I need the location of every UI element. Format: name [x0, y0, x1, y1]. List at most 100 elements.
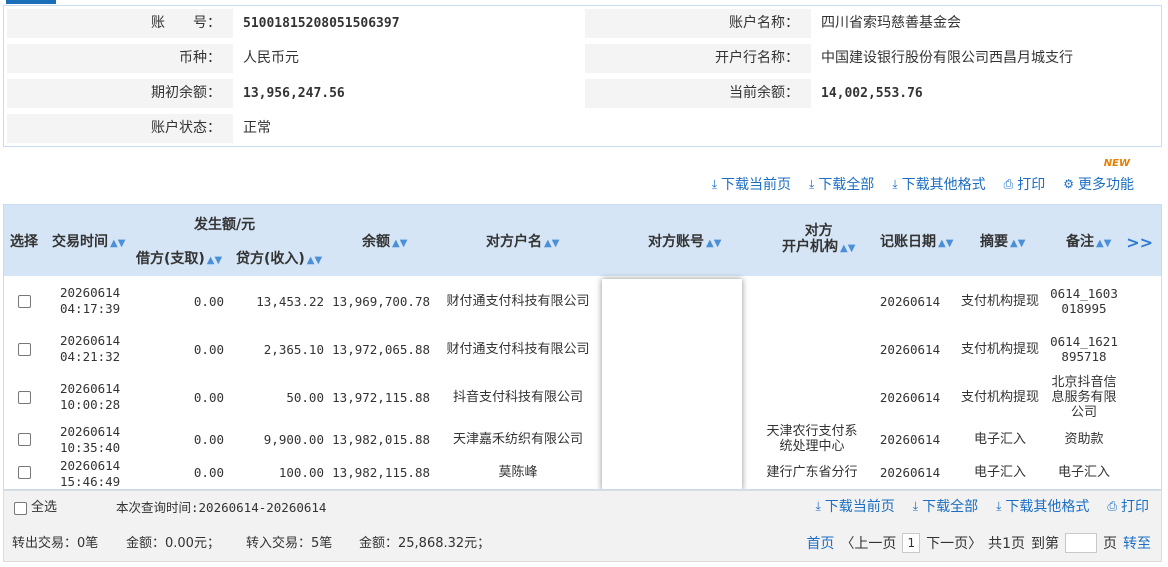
footer-summary: 转出交易：0笔 金额：0.00元； 转入交易：5笔 金额：25,868.32元；… [4, 527, 1161, 561]
footer-download-all-label: 下载全部 [922, 499, 979, 515]
account-info-panel: 账 号： 51001815208051506397 账户名称： 四川省索玛慈善基… [3, 5, 1162, 147]
sort-icon: ▲▼ [306, 255, 323, 266]
current-balance-value: 14,002,553.76 [821, 86, 923, 101]
printer-icon: ⎙ [1107, 498, 1117, 513]
gear-icon: ⚙ [1063, 177, 1074, 191]
table-row[interactable]: 20260614 04:17:39 0.00 13,453.22 13,969,… [4, 277, 1161, 325]
th-remark[interactable]: 备注 ▲▼ [1066, 231, 1111, 251]
row-counterparty-bank: 建行广东省分行 [766, 464, 858, 480]
download-all-label: 下载全部 [818, 177, 875, 193]
download-icon: ⤓ [912, 498, 919, 513]
row-counterparty-name: 莫陈峰 [498, 464, 538, 480]
row-remark: 北京抖音信息服务有限公司 [1051, 374, 1117, 420]
download-page-label: 下载当前页 [721, 177, 791, 193]
first-page-link[interactable]: 首页 [806, 533, 834, 553]
row-summary: 电子汇入 [973, 431, 1026, 447]
row-post-date: 20260614 [879, 293, 941, 309]
print-button[interactable]: ⎙ 打印 [1004, 174, 1046, 194]
table-row[interactable]: 20260614 04:21:32 0.00 2,365.10 13,972,0… [4, 325, 1161, 373]
account-no-label: 账 号： [7, 9, 233, 38]
row-counterparty-name: 财付通支付科技有限公司 [446, 341, 590, 357]
goto-page-input[interactable] [1065, 533, 1097, 553]
goto-button[interactable]: 转至 [1123, 533, 1151, 553]
download-all-button[interactable]: ⤓ 下载全部 [809, 174, 874, 194]
download-icon: ⤓ [996, 498, 1002, 513]
row-checkbox[interactable] [18, 373, 31, 421]
footer-download-other-button[interactable]: ⤓ 下载其他格式 [996, 496, 1089, 516]
th-counterparty-bank[interactable]: 对方 开户机构 ▲▼ [782, 223, 855, 257]
th-counterparty-account[interactable]: 对方账号 ▲▼ [648, 231, 721, 251]
expand-columns-button[interactable]: >> [1126, 233, 1153, 252]
row-counterparty-name: 抖音支付科技有限公司 [452, 389, 583, 405]
download-page-button[interactable]: ⤓ 下载当前页 [712, 174, 791, 194]
row-checkbox[interactable] [18, 457, 31, 487]
download-icon: ⤓ [809, 176, 815, 191]
select-all-label: 全选 [31, 500, 58, 515]
table-row[interactable]: 20260614 15:46:49 0.00 100.00 13,982,115… [4, 457, 1161, 489]
th-debit[interactable]: 借方(支取) ▲▼ [136, 248, 222, 268]
footer-download-page-button[interactable]: ⤓ 下载当前页 [815, 496, 894, 516]
current-balance-label: 当前余额： [585, 79, 811, 108]
row-checkbox[interactable] [18, 421, 31, 457]
download-other-format-button[interactable]: ⤓ 下载其他格式 [892, 174, 985, 194]
row-checkbox[interactable] [18, 277, 31, 325]
th-summary[interactable]: 摘要 ▲▼ [980, 231, 1025, 251]
active-tab-indicator[interactable] [6, 0, 56, 4]
row-time: 04:21:32 [60, 349, 121, 364]
prev-page-link[interactable]: 〈上一页 [840, 533, 896, 553]
row-time: 10:00:28 [60, 397, 121, 412]
row-checkbox[interactable] [18, 325, 31, 373]
currency-value: 人民币元 [243, 50, 299, 66]
th-post-date[interactable]: 记账日期 ▲▼ [880, 231, 953, 251]
select-all[interactable]: 全选 [14, 491, 57, 525]
th-credit-label: 贷方(收入) [236, 251, 305, 267]
opening-balance-label: 期初余额： [7, 79, 233, 108]
sort-icon: ▲▼ [206, 255, 223, 266]
status-value: 正常 [243, 120, 271, 136]
row-post-date: 20260614 [879, 341, 941, 357]
bank-value: 中国建设银行股份有限公司西昌月城支行 [821, 50, 1073, 66]
next-page-link[interactable]: 下一页〉 [926, 533, 982, 553]
row-counterparty-bank [764, 277, 860, 325]
printer-icon: ⎙ [1003, 176, 1014, 191]
download-icon: ⤓ [711, 176, 717, 191]
goto-prefix: 到第 [1031, 536, 1059, 552]
row-remark: 电子汇入 [1057, 464, 1110, 480]
row-balance: 13,972,115.88 [332, 389, 430, 405]
th-counterparty-name[interactable]: 对方户名 ▲▼ [486, 231, 559, 251]
top-toolbar: ⤓ 下载当前页 ⤓ 下载全部 ⤓ 下载其他格式 ⎙ 打印 ⚙ 更多功能 [712, 172, 1134, 196]
row-remark: 0614_1603018995 [1050, 286, 1118, 316]
row-time: 10:35:40 [60, 440, 121, 455]
account-no-value: 51001815208051506397 [243, 16, 400, 31]
th-balance-label: 余额 [362, 234, 390, 250]
footer-download-all-button[interactable]: ⤓ 下载全部 [913, 496, 978, 516]
table-row[interactable]: 20260614 10:35:40 0.00 9,900.00 13,982,0… [4, 421, 1161, 457]
row-remark: 资助款 [1064, 431, 1104, 447]
row-debit: 0.00 [193, 431, 224, 447]
row-counterparty-name: 天津嘉禾纺织有限公司 [452, 431, 583, 447]
row-post-date: 20260614 [879, 464, 941, 480]
select-all-checkbox[interactable] [14, 501, 27, 515]
row-balance: 13,982,015.88 [332, 431, 430, 447]
footer-print-button[interactable]: ⎙ 打印 [1107, 496, 1149, 516]
row-balance: 13,969,700.78 [332, 293, 430, 309]
currency-label: 币种： [7, 44, 233, 73]
table-row[interactable]: 20260614 10:00:28 0.00 50.00 13,972,115.… [4, 373, 1161, 421]
out-tx-count: 转出交易：0笔 [12, 536, 99, 551]
sort-icon: ▲▼ [1096, 238, 1112, 249]
row-credit: 100.00 [278, 464, 324, 480]
more-functions-button[interactable]: ⚙ 更多功能 [1063, 174, 1134, 194]
th-time[interactable]: 交易时间 ▲▼ [52, 231, 125, 251]
more-label: 更多功能 [1078, 177, 1134, 193]
row-debit: 0.00 [193, 341, 224, 357]
row-credit: 13,453.22 [256, 293, 324, 309]
current-page[interactable]: 1 [902, 533, 921, 553]
sort-icon: ▲▼ [706, 238, 722, 249]
th-balance[interactable]: 余额 ▲▼ [362, 231, 407, 251]
row-date: 20260614 [60, 285, 121, 300]
pagination: 首页 〈上一页 1 下一页〉 共1页 到第 页 转至 [806, 533, 1151, 553]
footer-actions: 全选 本次查询时间:20260614-20260614 ⤓ 下载当前页 ⤓ 下载… [4, 491, 1161, 525]
sort-icon: ▲▼ [840, 243, 856, 254]
row-balance: 13,982,115.88 [332, 464, 430, 480]
th-credit[interactable]: 贷方(收入) ▲▼ [236, 248, 322, 268]
